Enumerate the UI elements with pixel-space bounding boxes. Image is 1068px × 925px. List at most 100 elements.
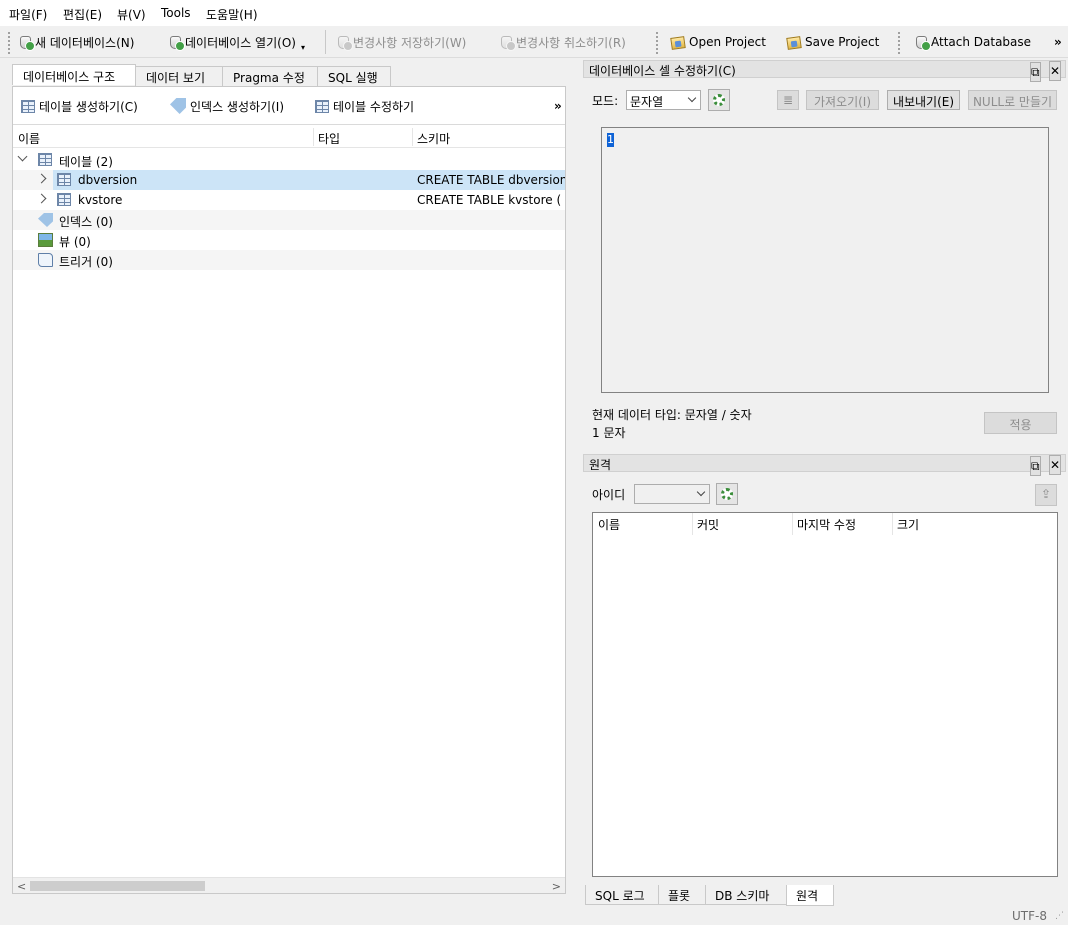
- open-project-label: Open Project: [689, 35, 766, 49]
- export-button[interactable]: 내보내기(E): [887, 90, 960, 110]
- toolbar-grip[interactable]: [898, 32, 901, 54]
- database-structure-panel: 테이블 생성하기(C) 인덱스 생성하기(I) 테이블 수정하기 » 이름 타입…: [12, 86, 566, 894]
- scrollbar-thumb[interactable]: [30, 881, 205, 891]
- apply-button[interactable]: 적용: [984, 412, 1057, 434]
- table-icon: [57, 173, 71, 186]
- column-separator[interactable]: [692, 513, 693, 535]
- cell-editor-value: 1: [607, 133, 614, 147]
- save-project-label: Save Project: [805, 35, 880, 49]
- modify-table-label: 테이블 수정하기: [333, 99, 415, 114]
- tab-plot[interactable]: 플롯: [658, 885, 706, 905]
- schema-tree[interactable]: 이름 타입 스키마 테이블 (2) dbversion CREATE TABLE…: [13, 126, 565, 881]
- text-lines-icon: ≣: [782, 93, 794, 107]
- menu-edit[interactable]: 편집(E): [63, 6, 102, 23]
- column-header-last-modified[interactable]: 마지막 수정: [797, 516, 856, 533]
- tree-row-views[interactable]: 뷰 (0): [13, 230, 565, 250]
- menu-file[interactable]: 파일(F): [9, 6, 47, 23]
- column-header-size[interactable]: 크기: [897, 516, 919, 533]
- menu-bar: 파일(F) 편집(E) 뷰(V) Tools 도움말(H): [0, 0, 1068, 26]
- open-project-button[interactable]: Open Project: [670, 32, 766, 52]
- auto-switch-mode-button[interactable]: [708, 89, 730, 111]
- chevron-right-icon[interactable]: [36, 173, 47, 184]
- attach-database-icon: [916, 35, 931, 51]
- column-separator[interactable]: [313, 128, 314, 146]
- column-separator[interactable]: [792, 513, 793, 535]
- mode-select[interactable]: 문자열: [626, 90, 701, 110]
- toolbar-grip[interactable]: [8, 32, 11, 54]
- tab-edit-pragmas[interactable]: Pragma 수정: [222, 66, 318, 86]
- create-table-label: 테이블 생성하기(C): [39, 99, 138, 114]
- horizontal-scrollbar[interactable]: < >: [13, 877, 565, 893]
- remote-file-list[interactable]: 이름 커밋 마지막 수정 크기: [592, 512, 1058, 877]
- close-dock-icon[interactable]: ✕: [1049, 455, 1062, 475]
- save-project-icon: [786, 36, 802, 50]
- remote-push-button[interactable]: ⇪: [1035, 484, 1057, 506]
- tab-db-schema[interactable]: DB 스키마: [705, 885, 787, 905]
- tree-row-label: dbversion: [78, 173, 138, 187]
- tab-execute-sql[interactable]: SQL 실행: [317, 66, 391, 86]
- tree-row-tables[interactable]: 테이블 (2): [13, 150, 565, 170]
- tree-row-label: kvstore: [78, 193, 123, 207]
- attach-database-label: Attach Database: [931, 35, 1032, 49]
- new-database-button[interactable]: 새 데이터베이스(N): [18, 32, 134, 52]
- gear-icon: [713, 94, 725, 106]
- toolbar-overflow-button[interactable]: »: [1054, 32, 1062, 52]
- open-project-icon: [670, 36, 686, 50]
- column-separator[interactable]: [892, 513, 893, 535]
- tree-row-triggers[interactable]: 트리거 (0): [13, 250, 565, 270]
- scroll-right-icon[interactable]: >: [552, 880, 561, 893]
- index-icon: [38, 213, 53, 227]
- structure-toolbar-overflow[interactable]: »: [554, 96, 562, 116]
- tree-row-label: 뷰 (0): [59, 235, 91, 249]
- resize-grip-icon[interactable]: ⋰: [1055, 911, 1064, 921]
- chevron-down-icon[interactable]: [17, 151, 28, 162]
- identity-settings-button[interactable]: [716, 483, 738, 505]
- tab-browse-data[interactable]: 데이터 보기: [135, 66, 233, 86]
- toolbar-grip[interactable]: [656, 32, 659, 54]
- tree-row-kvstore[interactable]: kvstore CREATE TABLE kvstore ( ver: [13, 190, 565, 210]
- table-icon: [38, 153, 52, 166]
- open-database-button[interactable]: 데이터베이스 열기(O) ▾: [168, 32, 305, 52]
- column-header-name[interactable]: 이름: [598, 516, 620, 533]
- float-dock-icon[interactable]: ⧉: [1030, 456, 1041, 476]
- menu-tools[interactable]: Tools: [161, 6, 191, 20]
- main-toolbar: 새 데이터베이스(N) 데이터베이스 열기(O) ▾ 변경사항 저장하기(W) …: [0, 26, 1068, 58]
- tree-row-indices[interactable]: 인덱스 (0): [13, 210, 565, 230]
- toolbar-separator: [325, 30, 326, 54]
- tree-row-label: 트리거 (0): [59, 255, 113, 269]
- new-database-icon: [20, 35, 35, 51]
- column-header-type[interactable]: 타입: [318, 130, 340, 147]
- mode-label: 모드:: [592, 94, 619, 108]
- column-header-schema[interactable]: 스키마: [417, 130, 450, 147]
- menu-help[interactable]: 도움말(H): [206, 6, 258, 23]
- tab-remote[interactable]: 원격: [786, 885, 834, 906]
- revert-changes-label: 변경사항 취소하기(R): [516, 35, 626, 50]
- scroll-left-icon[interactable]: <: [17, 880, 26, 893]
- tab-database-structure[interactable]: 데이터베이스 구조: [12, 64, 136, 85]
- open-database-dropdown-icon[interactable]: ▾: [301, 43, 305, 52]
- column-header-name[interactable]: 이름: [18, 130, 40, 147]
- write-changes-button[interactable]: 변경사항 저장하기(W): [336, 32, 466, 52]
- attach-database-button[interactable]: Attach Database: [914, 32, 1031, 52]
- tab-sql-log[interactable]: SQL 로그: [585, 885, 659, 905]
- column-separator[interactable]: [412, 128, 413, 146]
- trigger-icon: [38, 253, 53, 267]
- float-dock-icon[interactable]: ⧉: [1030, 62, 1041, 82]
- tree-row-label: 인덱스 (0): [59, 215, 113, 229]
- set-null-button[interactable]: NULL로 만들기: [968, 90, 1057, 110]
- modify-table-button[interactable]: 테이블 수정하기: [315, 96, 414, 116]
- column-header-commit[interactable]: 커밋: [697, 516, 719, 533]
- close-dock-icon[interactable]: ✕: [1049, 61, 1062, 81]
- edit-cell-dock-title: 데이터베이스 셀 수정하기(C) ⧉ ✕: [583, 60, 1066, 82]
- cell-editor-textarea[interactable]: 1: [601, 127, 1049, 393]
- menu-view[interactable]: 뷰(V): [117, 6, 146, 23]
- create-table-button[interactable]: 테이블 생성하기(C): [21, 96, 138, 116]
- create-index-button[interactable]: 인덱스 생성하기(I): [170, 96, 284, 116]
- import-button[interactable]: 가져오기(I): [806, 90, 879, 110]
- chevron-right-icon[interactable]: [36, 193, 47, 204]
- word-wrap-button[interactable]: ≣: [777, 90, 799, 110]
- save-project-button[interactable]: Save Project: [786, 32, 880, 52]
- tree-row-dbversion[interactable]: dbversion CREATE TABLE dbversion (ve: [13, 170, 565, 190]
- revert-changes-button[interactable]: 변경사항 취소하기(R): [499, 32, 626, 52]
- identity-select[interactable]: [634, 484, 710, 504]
